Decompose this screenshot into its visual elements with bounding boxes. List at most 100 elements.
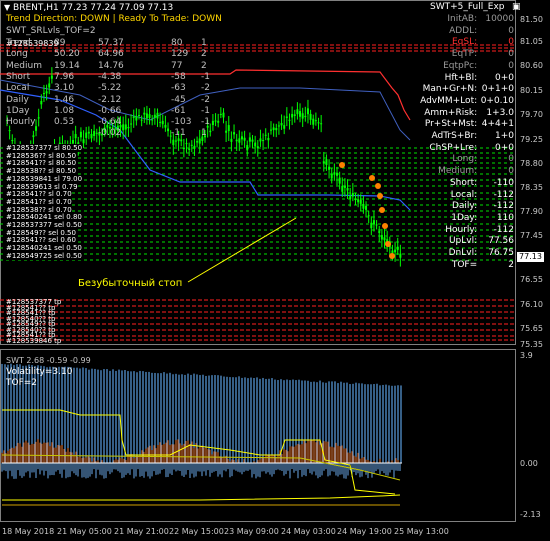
stat-col-4: -1 [201,117,210,128]
price-tick: 77.45 [520,231,543,240]
info-label: ChSP+Lre: [429,142,480,153]
candle-body [167,128,170,132]
candle-body [145,113,148,119]
candle-body [45,91,48,94]
info-label: ADDL: [449,25,480,36]
stat-col-1: 7.96 [54,71,75,82]
candle-body [343,185,346,188]
stat-col-1: 89 [54,38,66,48]
time-tick: 21 May 21:00 [114,527,169,536]
info-value: -112 [493,201,514,212]
candle-body [254,142,257,147]
info-row: Short: -110 [398,178,514,189]
info-value: -112 [493,224,514,235]
annotation-line [187,217,297,283]
info-label: Local: [450,189,480,200]
candle-body [122,124,125,131]
candle-body [306,108,309,115]
candle-body [264,134,267,136]
order-tp-label: #128539846 tp [6,336,62,345]
indicator-line-lower [2,494,401,501]
candle-body [37,117,40,119]
sell-arrow-icon [377,193,383,199]
time-tick: 24 May 19:00 [337,527,392,536]
info-value: 0 [508,49,514,60]
candle-body [320,123,323,125]
candle-body [275,128,278,131]
candle-body [328,166,331,170]
stat-name: Hourly [6,117,36,128]
info-value: 0+1+0 [481,84,514,95]
info-row: ADDL: 0 [398,26,514,37]
info-label: AdTrS+Br: [431,131,480,141]
info-value: -112 [493,189,514,200]
price-tick: 75.65 [520,324,543,333]
arrow-down-icon: ▼ [4,3,11,12]
info-label: EqtpPc: [443,60,480,71]
price-tick: 78.35 [520,183,543,192]
info-row: EqtpPc: 0 [398,61,514,72]
tof-label: TOF=2 [6,378,38,388]
stat-name: Daily [6,94,29,105]
info-row: UpLvl: 77.56 [398,236,514,247]
candle-body [301,113,304,119]
candle-body [383,237,386,241]
candle-body [143,112,146,115]
stat-col-3: -63 [171,83,186,94]
candle-body [380,235,383,240]
info-label: Short: [449,177,480,188]
candle-body [193,145,196,149]
candle-body [378,231,381,233]
info-row: AdvMM+Lot: 0+0.10 [398,96,514,107]
candle-body [132,116,135,118]
candle-body [185,143,188,145]
price-tick: 79.25 [520,135,543,144]
info-row: ChSP+Lre: 0+0 [398,143,514,154]
indicator-icon: ▣ [512,2,521,12]
indicator-name: SWT+5_Full_Exp [430,2,505,12]
stat-col-1: 19.14 [54,60,80,71]
stat-name: Local [6,83,30,94]
candle-body [267,137,270,141]
chart-window[interactable]: ▼ BRENT,H1 77.23 77.24 77.09 77.13 SWT+5… [0,0,550,541]
info-row: Hourly: -112 [398,225,514,236]
candle-body [164,124,167,128]
stat-col-2: 64.96 [98,49,124,60]
candle-body [341,185,344,192]
info-value: -110 [493,177,514,188]
info-value: 0+0.10 [480,95,514,106]
info-value: 10000 [485,14,514,24]
ready-value: DOWN [192,14,222,24]
candle-body [87,131,90,134]
price-tick: 80.60 [520,61,543,70]
candle-body [79,131,82,138]
candle-body [270,129,272,131]
time-tick: 24 May 03:00 [281,527,336,536]
candle-body [312,118,315,125]
candle-body [367,215,370,217]
candle-body [156,112,159,119]
stat-name: Medium [6,60,42,71]
candle-body [190,144,193,146]
candle-body [354,199,357,201]
candle-body [8,130,11,132]
stat-col-2: 14.76 [98,60,124,71]
info-label: Long: [452,154,480,165]
sub-frame [0,349,516,522]
candle-body [248,137,251,142]
info-value: 0+0 [495,72,514,83]
sell-arrow-icon [375,183,381,189]
stat-col-2: -4.38 [98,71,122,82]
candle-body [259,138,262,142]
candle-body [317,122,320,124]
info-value: 77.56 [488,236,514,247]
info-label: Pr+St+Mst: [424,119,480,130]
sell-arrow-icon [339,162,345,168]
volatility-label: Volatility=3.10 [6,367,73,377]
stat-col-4: -2 [201,83,210,94]
stat-col-1: 3.10 [54,83,75,94]
candle-body [325,159,328,165]
stat-col-4: -1 [201,71,210,82]
annotation-label: Безубыточный стоп [78,278,183,289]
candle-body [151,119,154,121]
